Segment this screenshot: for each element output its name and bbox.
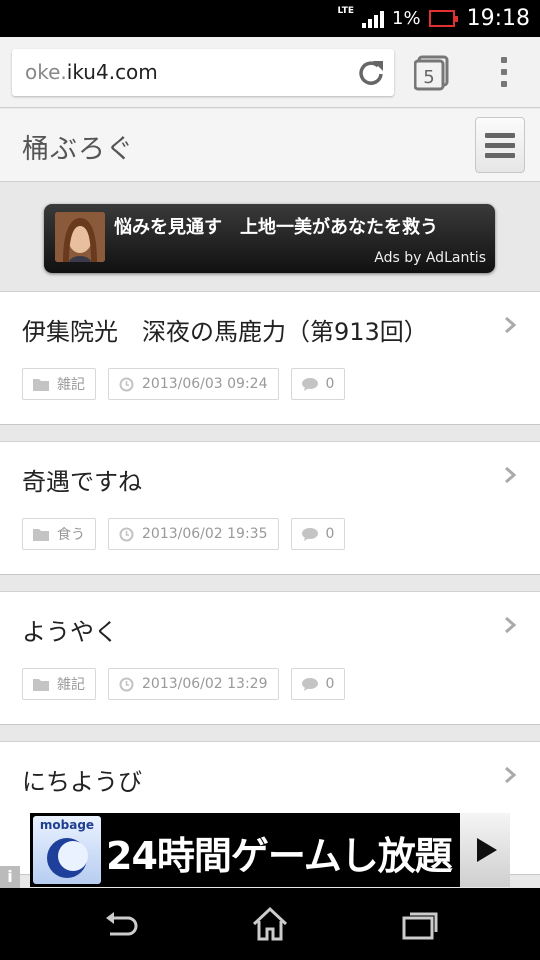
list-item[interactable]: ようやく 雑記 2013/06/02 13:29 0 (0, 591, 540, 725)
battery-percent: 1% (392, 8, 421, 29)
post-meta: 食う 2013/06/02 19:35 0 (22, 518, 346, 550)
post-title[interactable]: 伊集院光 深夜の馬鹿力（第913回） (22, 312, 428, 347)
play-arrow-icon[interactable] (460, 813, 510, 887)
ad-attribution: Ads by AdLantis (374, 250, 486, 266)
category-label: 雑記 (57, 377, 85, 393)
back-icon[interactable] (100, 904, 140, 944)
post-title[interactable]: 奇遇ですね (22, 462, 142, 497)
browser-toolbar: oke.iku4.com 5 (0, 37, 540, 108)
chevron-right-icon (505, 766, 516, 784)
screen: LTE 1% 19:18 oke.iku4.com 5 桶ぶろぐ 悩みを見通す … (0, 0, 540, 960)
folder-icon (33, 678, 49, 691)
ad-photo (55, 212, 105, 262)
mobage-logo: mobage (33, 816, 101, 884)
comment-count: 0 (325, 376, 335, 392)
comment-count: 0 (325, 526, 335, 542)
ad-area: 悩みを見通す 上地一美があなたを救う Ads by AdLantis (0, 183, 540, 291)
comments-chip[interactable]: 0 (290, 368, 346, 400)
category-chip[interactable]: 雑記 (22, 368, 96, 400)
comments-chip[interactable]: 0 (290, 518, 346, 550)
folder-icon (33, 528, 49, 541)
url-domain: iku4.com (66, 60, 158, 84)
site-header: 桶ぶろぐ (0, 109, 540, 182)
status-icons: LTE 1% 19:18 (337, 0, 530, 37)
bottom-ad-banner[interactable]: mobage 24時間ゲームし放題 (30, 813, 510, 887)
tabs-icon[interactable]: 5 (414, 55, 450, 91)
chevron-right-icon (505, 466, 516, 484)
url-prefix: oke. (25, 60, 67, 84)
ad-banner[interactable]: 悩みを見通す 上地一美があなたを救う Ads by AdLantis (44, 204, 495, 273)
clock-icon (119, 377, 134, 391)
overflow-menu-icon[interactable] (492, 57, 516, 91)
status-bar: LTE 1% 19:18 (0, 0, 540, 37)
post-datetime: 2013/06/02 19:35 (142, 526, 268, 542)
ad-text: 悩みを見通す 上地一美があなたを救う (114, 217, 438, 238)
comment-icon (301, 677, 318, 691)
category-label: 食う (57, 527, 85, 543)
clock: 19:18 (466, 6, 530, 31)
post-datetime: 2013/06/03 09:24 (142, 376, 268, 392)
clock-icon (119, 527, 134, 541)
site-title[interactable]: 桶ぶろぐ (22, 127, 134, 166)
list-item[interactable]: 伊集院光 深夜の馬鹿力（第913回） 雑記 2013/06/03 09:24 0 (0, 291, 540, 425)
url-text[interactable]: oke.iku4.com (25, 60, 158, 84)
ad-info-icon[interactable]: i (0, 866, 20, 888)
post-title[interactable]: ようやく (22, 612, 118, 647)
list-item[interactable]: 奇遇ですね 食う 2013/06/02 19:35 0 (0, 441, 540, 575)
hamburger-icon[interactable] (475, 117, 525, 173)
date-chip: 2013/06/03 09:24 (108, 368, 279, 400)
url-bar[interactable]: oke.iku4.com (12, 49, 394, 96)
chevron-right-icon (505, 616, 516, 634)
recent-apps-icon[interactable] (400, 904, 440, 944)
comment-icon (301, 377, 318, 391)
comment-icon (301, 527, 318, 541)
tab-count: 5 (423, 67, 434, 88)
category-chip[interactable]: 食う (22, 518, 96, 550)
post-meta: 雑記 2013/06/03 09:24 0 (22, 368, 346, 400)
network-type: LTE (337, 5, 355, 16)
date-chip: 2013/06/02 13:29 (108, 668, 279, 700)
chevron-right-icon (505, 316, 516, 334)
category-label: 雑記 (57, 677, 85, 693)
home-icon[interactable] (250, 904, 290, 944)
navigation-bar (0, 888, 540, 960)
battery-icon (428, 10, 458, 27)
category-chip[interactable]: 雑記 (22, 668, 96, 700)
folder-icon (33, 378, 49, 391)
comments-chip[interactable]: 0 (290, 668, 346, 700)
post-meta: 雑記 2013/06/02 13:29 0 (22, 668, 346, 700)
comment-count: 0 (325, 676, 335, 692)
post-title[interactable]: にちようび (22, 762, 142, 797)
post-datetime: 2013/06/02 13:29 (142, 676, 268, 692)
date-chip: 2013/06/02 19:35 (108, 518, 279, 550)
signal-icon (362, 10, 385, 28)
clock-icon (119, 677, 134, 691)
bottom-ad-text: 24時間ゲームし放題 (106, 834, 453, 878)
reload-icon[interactable] (356, 57, 386, 87)
